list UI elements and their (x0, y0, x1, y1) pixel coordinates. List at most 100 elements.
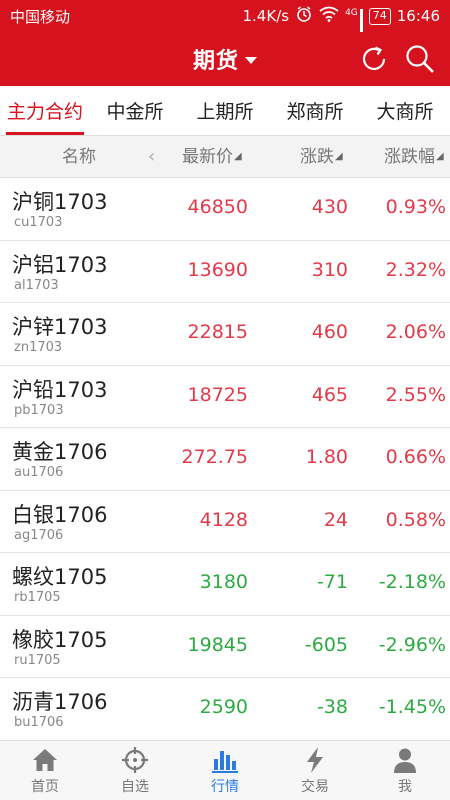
price-change: 24 (323, 508, 348, 531)
table-row[interactable]: 沥青1706 bu1706 2590 -38 -1.45% (0, 678, 450, 740)
contract-name: 沥青1706 (12, 690, 108, 714)
latest-price: 22815 (187, 321, 248, 343)
tab-main-contracts[interactable]: 主力合约 (0, 86, 90, 135)
latest-price: 19845 (187, 633, 248, 656)
price-change-pct: -1.45% (378, 696, 446, 718)
tabbar-item-home[interactable]: 首页 (0, 741, 90, 800)
bottom-tab-bar: 首页 自选 行情 交易 我 (0, 740, 450, 800)
wifi-icon (319, 6, 339, 26)
contract-code: au1706 (14, 465, 64, 480)
carrier-name: 中国移动 (10, 7, 71, 26)
tab-czce[interactable]: 郑商所 (270, 86, 360, 135)
clock-time: 16:46 (396, 7, 440, 25)
price-change: -38 (316, 696, 348, 718)
bar-chart-icon (212, 750, 238, 773)
table-row[interactable]: 沪铝1703 al1703 13690 310 2.32% (0, 241, 450, 303)
price-change-pct: 2.32% (385, 258, 446, 281)
latest-price: 18725 (187, 383, 248, 406)
table-row[interactable]: 白银1706 ag1706 4128 24 0.58% (0, 491, 450, 553)
nav-bar: 期货 (0, 32, 450, 86)
column-pct-label: 涨跌幅 (384, 147, 435, 167)
contract-code: zn1703 (14, 340, 63, 355)
table-row[interactable]: 黄金1706 au1706 272.75 1.80 0.66% (0, 428, 450, 491)
caret-down-icon (245, 56, 257, 64)
table-row[interactable]: 橡胶1705 ru1705 19845 -605 -2.96% (0, 616, 450, 678)
contract-name: 沪锌1703 (12, 315, 108, 339)
contract-code: bu1706 (14, 715, 64, 730)
chevron-left-icon[interactable]: ‹ (148, 136, 155, 178)
price-change: 460 (311, 321, 348, 343)
home-icon (33, 748, 57, 771)
tab-cffex[interactable]: 中金所 (90, 86, 180, 135)
latest-price: 4128 (199, 508, 248, 531)
price-change: 430 (311, 196, 348, 218)
quote-list: 沪铜1703 cu1703 46850 430 0.93% 沪铝1703 al1… (0, 178, 450, 740)
table-row[interactable]: 沪锌1703 zn1703 22815 460 2.06% (0, 303, 450, 366)
sort-icon: ◢ (335, 151, 343, 162)
price-change-pct: 0.58% (385, 508, 446, 531)
tabbar-item-trade[interactable]: 交易 (270, 741, 360, 800)
price-change-pct: 2.55% (385, 383, 446, 406)
column-header: 名称 ‹ 最新价◢ 涨跌◢ 涨跌幅◢ (0, 136, 450, 178)
column-price-label: 最新价 (182, 147, 233, 167)
contract-code: ag1706 (14, 527, 64, 543)
column-price-sort[interactable]: 最新价◢ (182, 136, 242, 178)
column-pct-sort[interactable]: 涨跌幅◢ (384, 136, 444, 178)
contract-code: pb1703 (14, 402, 64, 418)
tab-shfe[interactable]: 上期所 (180, 86, 270, 135)
sort-icon: ◢ (436, 151, 444, 162)
tabbar-label: 首页 (31, 778, 59, 795)
status-bar: 中国移动 1.4K/s 4G 74 16:46 (0, 0, 450, 44)
table-row[interactable]: 螺纹1705 rb1705 3180 -71 -2.18% (0, 553, 450, 616)
contract-name: 白银1706 (12, 502, 108, 527)
contract-code: al1703 (14, 277, 59, 293)
price-change: 465 (311, 383, 348, 406)
price-change: -71 (316, 571, 348, 593)
contract-code: cu1703 (14, 215, 63, 230)
latest-price: 13690 (187, 258, 248, 281)
signal-icon (359, 9, 363, 44)
contract-code: ru1705 (14, 652, 61, 668)
page-title: 期货 (192, 49, 239, 74)
contract-name: 沪铝1703 (12, 252, 108, 277)
price-change-pct: 2.06% (385, 321, 446, 343)
column-change-sort[interactable]: 涨跌◢ (300, 136, 343, 178)
contract-code: rb1705 (14, 590, 61, 605)
latest-price: 272.75 (181, 446, 248, 468)
column-change-label: 涨跌 (300, 147, 334, 167)
contract-name: 沪铜1703 (12, 190, 108, 214)
tabbar-label: 交易 (301, 778, 329, 795)
exchange-tabs: 主力合约 中金所 上期所 郑商所 大商所 (0, 86, 450, 136)
price-change-pct: 0.66% (385, 446, 446, 468)
tabbar-label: 自选 (121, 778, 149, 795)
price-change: 310 (311, 258, 348, 281)
tabbar-item-watchlist[interactable]: 自选 (90, 741, 180, 800)
tabbar-item-me[interactable]: 我 (360, 741, 450, 800)
sort-icon: ◢ (234, 151, 242, 162)
price-change: 1.80 (305, 446, 348, 468)
tabbar-label: 行情 (211, 778, 239, 795)
contract-name: 沪铅1703 (12, 377, 108, 402)
table-row[interactable]: 沪铅1703 pb1703 18725 465 2.55% (0, 366, 450, 428)
network-speed: 1.4K/s (242, 7, 290, 25)
refresh-icon[interactable] (358, 43, 390, 75)
tabbar-item-market[interactable]: 行情 (180, 741, 270, 800)
crosshair-icon (122, 746, 148, 773)
column-name: 名称 (62, 147, 96, 167)
contract-name: 黄金1706 (12, 440, 108, 464)
network-type: 4G (345, 8, 358, 18)
table-row[interactable]: 沪铜1703 cu1703 46850 430 0.93% (0, 178, 450, 241)
tabbar-label: 我 (398, 778, 412, 795)
price-change: -605 (304, 633, 348, 656)
price-change-pct: 0.93% (385, 196, 446, 218)
tab-dce[interactable]: 大商所 (360, 86, 450, 135)
lightning-icon (307, 746, 323, 773)
contract-name: 橡胶1705 (12, 627, 108, 652)
latest-price: 3180 (199, 571, 248, 593)
contract-name: 螺纹1705 (12, 565, 108, 589)
battery-level: 74 (368, 7, 391, 25)
latest-price: 46850 (187, 196, 248, 218)
alarm-icon (295, 5, 313, 27)
search-icon[interactable] (404, 43, 436, 75)
price-change-pct: -2.96% (378, 633, 446, 656)
